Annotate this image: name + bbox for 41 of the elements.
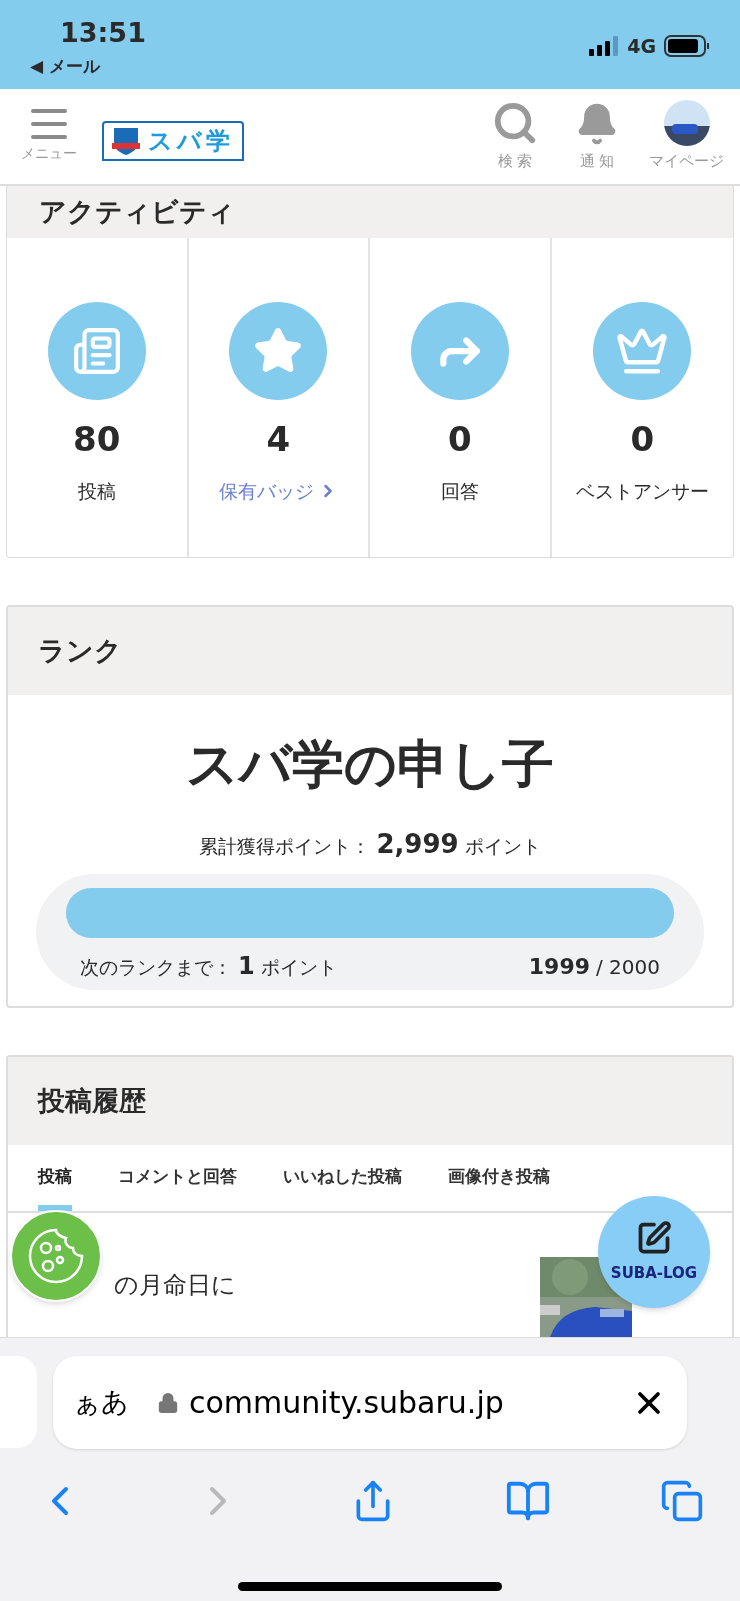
points-unit: ポイント [260, 955, 337, 980]
cookie-settings-button[interactable] [10, 1210, 102, 1302]
url-text: community.subaru.jp [189, 1384, 504, 1422]
total-points-label: 累計獲得ポイント： [199, 834, 371, 859]
menu-icon [31, 109, 67, 139]
badges-link[interactable]: 保有バッジ [218, 477, 338, 506]
post-title: の月命日に [114, 1270, 236, 1301]
stat-label: 回答 [440, 479, 479, 504]
tabs-icon[interactable] [660, 1479, 704, 1523]
stat-value: 0 [447, 418, 472, 461]
rank-name: スバ学の申し子 [185, 733, 555, 796]
next-rank-value: 1 [238, 951, 255, 982]
current-points: 1999 [528, 953, 590, 981]
shield-icon [112, 125, 140, 156]
stat-value: 80 [73, 418, 121, 461]
history-tab[interactable]: いいねした投稿 [283, 1145, 402, 1211]
max-points: / 2000 [596, 954, 660, 981]
suba-log-button[interactable]: SUBA-LOG [598, 1196, 710, 1308]
cookie-icon [26, 1226, 86, 1286]
history-tab[interactable]: コメントと回答 [118, 1145, 237, 1211]
back-to-app-link[interactable]: ◀ メール [30, 54, 146, 80]
clock-time: 13:51 [59, 16, 146, 50]
total-points-value: 2,999 [376, 828, 459, 861]
stat-value: 0 [630, 418, 655, 461]
network-label: 4G [627, 33, 656, 59]
stat-label: ベストアンサー [575, 479, 709, 504]
history-tab[interactable]: 画像付き投稿 [448, 1145, 550, 1211]
section-title: アクティビティ [39, 195, 235, 229]
document-icon [71, 326, 122, 376]
next-rank-label: 次のランクまで： [80, 955, 232, 980]
section-title: 投稿履歴 [38, 1083, 146, 1118]
text-size-button[interactable]: ぁあ [73, 1382, 129, 1423]
stat-value: 4 [266, 418, 291, 461]
stat-label: 投稿 [77, 479, 116, 504]
points-unit: ポイント [464, 834, 541, 859]
edit-icon [636, 1219, 672, 1256]
lock-icon [157, 1391, 179, 1414]
signal-icon [589, 36, 620, 56]
battery-icon [664, 35, 710, 57]
address-bar[interactable]: ぁあ community.subaru.jp [53, 1356, 687, 1449]
section-title: ランク [38, 633, 122, 668]
